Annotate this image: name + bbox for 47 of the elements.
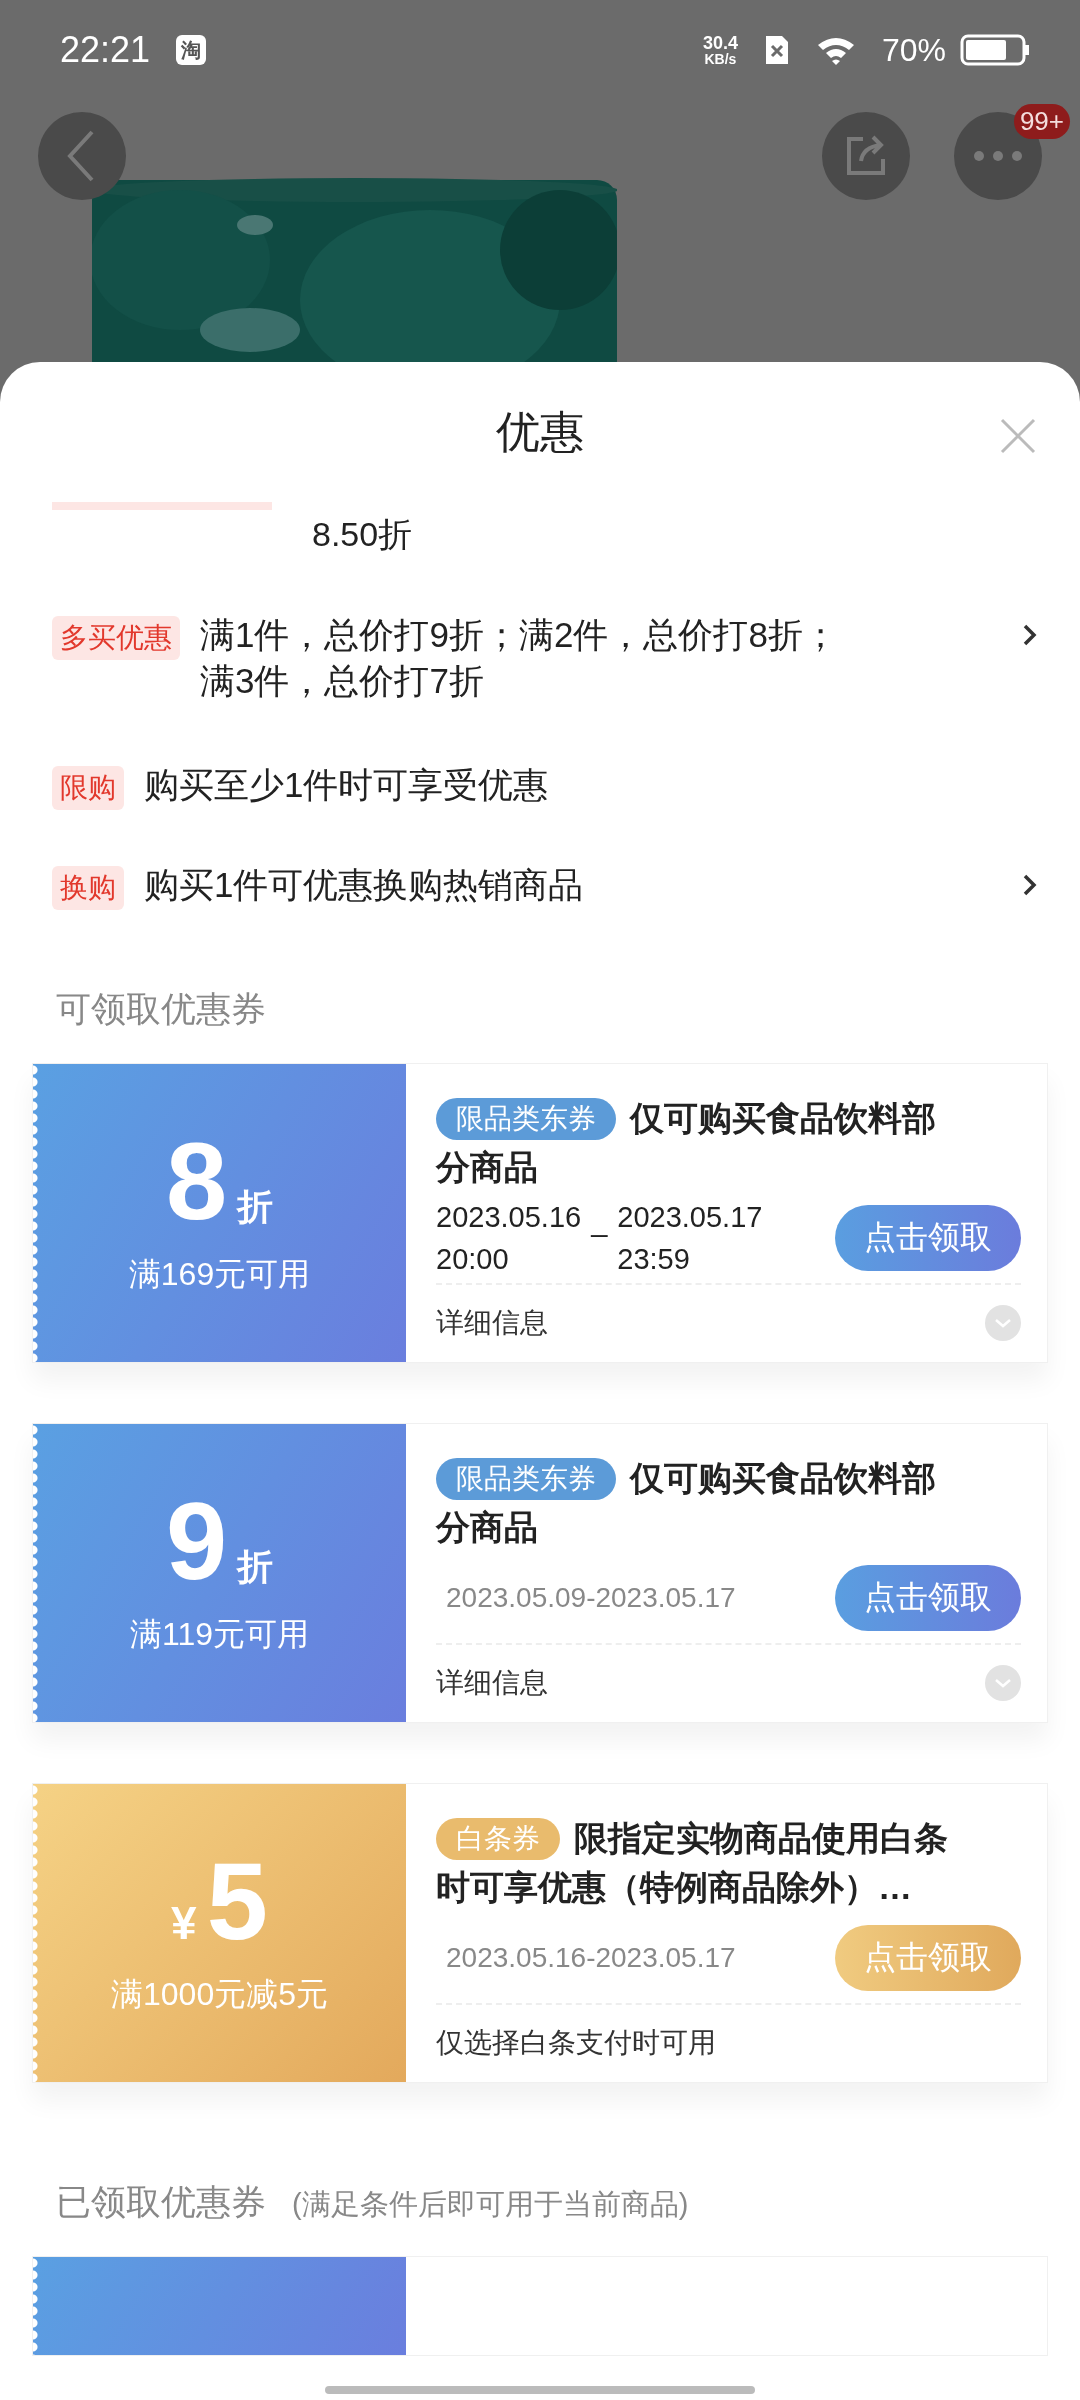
- promo-text: 购买至少1件时可享受优惠: [144, 764, 549, 806]
- expand-icon[interactable]: [985, 1665, 1021, 1702]
- discount-unit: 折: [237, 1184, 274, 1229]
- promo-text: 满1件，总价打9折；满2件，总价打8折；满3件，总价打7折: [200, 614, 839, 702]
- coupon-value: 5: [206, 1839, 268, 1961]
- notification-badge: 99+: [1013, 104, 1070, 139]
- claim-button[interactable]: 点击领取: [835, 1204, 1021, 1271]
- coupon-condition: 满119元可用: [130, 1614, 309, 1654]
- battery-percent: 70%: [881, 31, 946, 69]
- coupon-condition: 满169元可用: [128, 1254, 311, 1294]
- coupon-title: 限品类东券 仅可购买食品饮料部分商品: [436, 1097, 937, 1189]
- promo-tag: 多买优惠: [52, 616, 180, 660]
- section-title: 已领取优惠券: [56, 2181, 266, 2223]
- end-date: 2023.05.17: [617, 1199, 763, 1235]
- expand-icon[interactable]: [985, 1305, 1021, 1342]
- promo-text: 购买1件可优惠换购热销商品: [144, 864, 584, 906]
- coupon-condition: 满1000元减5元: [111, 1974, 328, 2014]
- coupon-value: 9: [165, 1479, 228, 1601]
- validity-dates: 2023.05.09-2023.05.17: [445, 1581, 736, 1614]
- coupon-footer-text: 详细信息: [436, 1666, 548, 1701]
- claim-button[interactable]: 点击领取: [835, 1924, 1021, 1991]
- section-title: 可领取优惠券: [56, 988, 266, 1030]
- discount-unit: 折: [237, 1544, 274, 1589]
- section-note: (满足条件后即可用于当前商品): [292, 2187, 689, 2222]
- promo-tag: 换购: [52, 866, 124, 910]
- sheet-title: 优惠: [496, 405, 584, 458]
- network-speed: 30.4: [702, 34, 738, 52]
- coupon-title: 白条券 限指定实物商品使用白条时可享优惠（特例商品除外）…: [436, 1817, 949, 1909]
- claim-button[interactable]: 点击领取: [835, 1564, 1021, 1631]
- more-icon[interactable]: [973, 150, 1023, 162]
- battery-icon: [960, 34, 1030, 66]
- status-time: 22:21: [60, 29, 151, 71]
- network-speed-unit: KB/s: [704, 52, 737, 66]
- start-time: 20:00: [436, 1241, 510, 1277]
- app-notification-icon: 淘: [176, 35, 207, 65]
- date-separator: _: [591, 1203, 608, 1239]
- promo-text: 8.50折: [312, 514, 413, 555]
- coupon-value: 8: [165, 1119, 228, 1241]
- coupon-footer-text: 仅选择白条支付时可用: [436, 2026, 716, 2061]
- currency-sign: ¥: [171, 1895, 197, 1950]
- start-date: 2023.05.16: [436, 1199, 582, 1235]
- validity-dates: 2023.05.16-2023.05.17: [445, 1941, 736, 1974]
- promo-tag: 限购: [52, 766, 124, 810]
- no-sim-icon: [763, 34, 790, 66]
- coupon-title: 限品类东券 仅可购买食品饮料部分商品: [436, 1457, 937, 1549]
- coupon-footer-text: 详细信息: [436, 1306, 548, 1341]
- end-time: 23:59: [617, 1241, 691, 1277]
